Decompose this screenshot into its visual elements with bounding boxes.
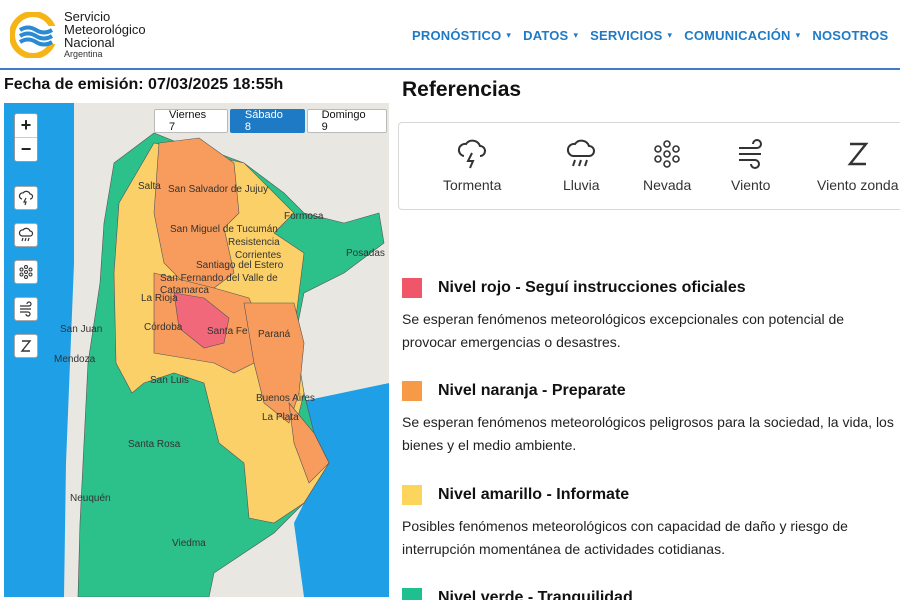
swatch-yellow [402,485,422,505]
nav-label: PRONÓSTICO [412,27,502,43]
site-header: Servicio Meteorológico Nacional Argentin… [0,0,900,70]
references-card: Tormenta Lluvia Nevada Viento Viento zon… [398,122,900,210]
level-red: Nivel rojo - Seguí instrucciones oficial… [402,278,897,354]
level-orange: Nivel naranja - Preparate Se esperan fen… [402,381,897,457]
smn-logo-icon [10,12,56,58]
city-label: Córdoba [144,322,183,333]
level-green: Nivel verde - Tranquilidad [402,588,633,600]
level-title: Nivel rojo - Seguí instrucciones oficial… [438,279,746,296]
filter-storm-button[interactable] [14,186,38,210]
city-label: Viedma [172,538,206,549]
city-label: Buenos Aires [256,393,315,404]
chevron-down-icon: ▾ [795,29,801,40]
swatch-red [402,278,422,298]
nav-nosotros[interactable]: NOSOTROS [812,28,888,43]
level-title: Nivel verde - Tranquilidad [438,589,633,600]
reference-zonda: Viento zonda [817,137,898,193]
nav-comunicacion[interactable]: COMUNICACIÓN ▾ [684,28,800,43]
city-label: Posadas [346,248,385,259]
zonda-icon [847,142,869,166]
reference-wind: Viento [731,137,770,193]
tab-viernes[interactable]: Viernes 7 [154,109,228,133]
day-tabs: Viernes 7 Sábado 8 Domingo 9 [154,109,389,133]
rain-icon [18,227,34,242]
wind-icon [20,301,32,317]
swatch-orange [402,381,422,401]
tab-sabado[interactable]: Sábado 8 [229,109,305,133]
wind-icon [738,139,762,169]
nav-servicios[interactable]: SERVICIOS ▾ [590,28,672,43]
reference-snow: Nevada [643,137,691,193]
logo-sub: Argentina [64,49,103,59]
nav-label: NOSOTROS [812,27,889,43]
nav-pronostico[interactable]: PRONÓSTICO ▾ [412,28,511,43]
reference-label: Viento [731,177,771,193]
city-label: La Plata [262,412,299,423]
uruguay-land [324,333,389,393]
main-nav: PRONÓSTICO ▾ DATOS ▾ SERVICIOS ▾ COMUNICACI… [400,0,900,70]
swatch-green [402,588,422,600]
reference-rain: Lluvia [563,137,600,193]
zoom-out-button[interactable]: − [15,137,37,160]
city-label: San Fernando del Valle de Catamarca [160,273,278,296]
city-label: Neuquén [70,493,111,504]
level-title: Nivel naranja - Preparate [438,382,626,399]
references-title: Referencias [402,78,522,101]
snow-icon [19,265,33,279]
snow-icon [654,140,680,168]
chevron-down-icon: ▾ [506,29,512,40]
emission-date: Fecha de emisión: 07/03/2025 18:55h [4,76,284,93]
alert-map[interactable]: Salta San Salvador de Jujuy Formosa San … [4,103,389,597]
nav-datos[interactable]: DATOS ▾ [523,28,578,43]
storm-icon [458,139,487,169]
level-description: Posibles fenómenos meteorológicos con ca… [402,518,848,557]
city-label: San Miguel de Tucumán [170,224,278,235]
filter-rain-button[interactable] [14,223,38,247]
logo-text: Servicio Meteorológico Nacional Argentin… [64,10,146,60]
nav-label: DATOS [523,27,569,43]
city-label: San Juan [60,324,103,335]
city-label: Formosa [284,211,324,222]
city-label: Santa Fe [207,326,248,337]
nav-label: SERVICIOS [590,27,663,43]
smn-logo[interactable]: Servicio Meteorológico Nacional Argentin… [10,10,170,60]
city-label: San Salvador de Jujuy [168,184,269,195]
city-label: La Rioja [141,293,178,304]
city-label: Salta [138,181,161,192]
reference-label: Nevada [643,177,692,193]
city-label: Resistencia [228,237,280,248]
storm-icon [18,190,34,206]
reference-label: Viento zonda [817,177,899,193]
tab-domingo[interactable]: Domingo 9 [306,109,388,133]
level-title: Nivel amarillo - Informate [438,486,630,503]
city-label: Paraná [258,329,291,340]
filter-wind-button[interactable] [14,297,38,321]
map-canvas[interactable] [4,103,389,597]
city-label: Santa Rosa [128,439,181,450]
reference-storm: Tormenta [443,137,501,193]
rain-icon [567,139,596,167]
zoom-control: + − [14,113,38,162]
chevron-down-icon: ▾ [573,29,579,40]
reference-label: Lluvia [563,177,600,193]
city-label: Santiago del Estero [196,260,284,271]
level-description: Se esperan fenómenos meteorológicos exce… [402,311,845,350]
nav-label: COMUNICACIÓN [684,27,791,43]
city-label: San Luis [150,375,189,386]
level-description: Se esperan fenómenos meteorológicos peli… [402,414,894,453]
zonda-icon [20,340,32,352]
zoom-in-button[interactable]: + [15,114,37,137]
filter-snow-button[interactable] [14,260,38,284]
filter-zonda-button[interactable] [14,334,38,358]
logo-line: Nacional [64,35,115,50]
reference-label: Tormenta [443,177,502,193]
chevron-down-icon: ▾ [667,29,673,40]
city-label: Mendoza [54,354,96,365]
level-yellow: Nivel amarillo - Informate Posibles fenó… [402,485,897,561]
